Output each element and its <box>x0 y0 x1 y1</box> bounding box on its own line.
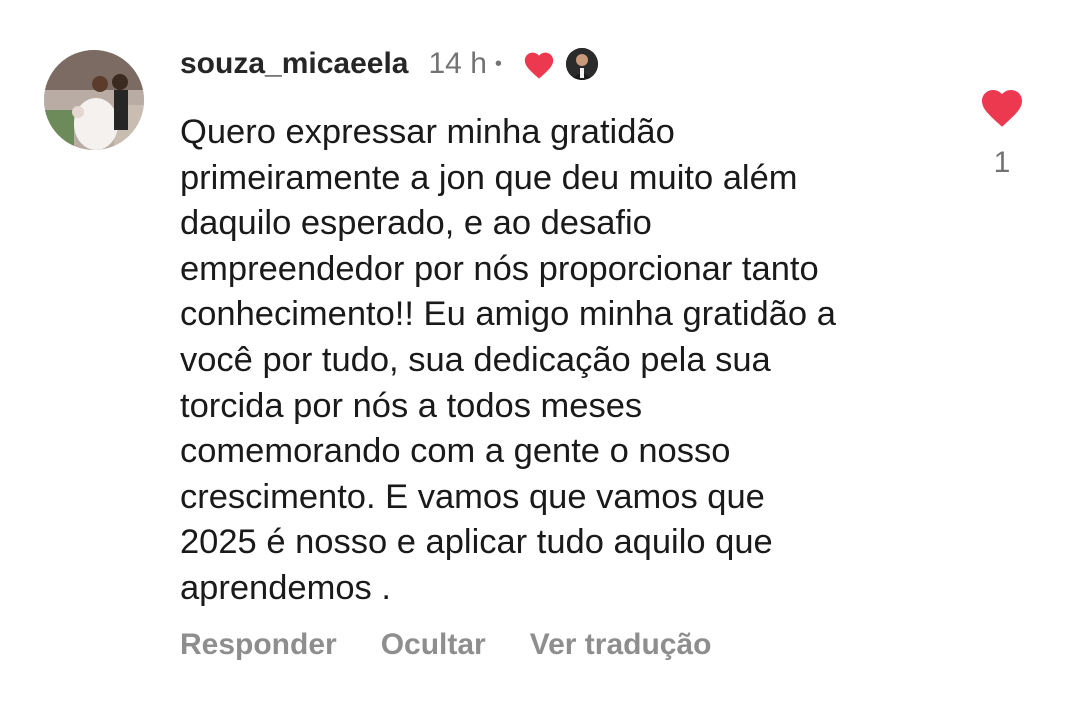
hide-button[interactable]: Ocultar <box>381 628 486 662</box>
comment-text: Quero expressar minha gratidão primeiram… <box>180 113 836 607</box>
comment-header: souza_micaeela 14 h • <box>180 40 598 88</box>
separator-dot: • <box>494 52 502 75</box>
avatar-photo <box>44 50 144 150</box>
comment-actions: Responder Ocultar Ver tradução <box>180 628 711 662</box>
reply-button[interactable]: Responder <box>180 628 337 662</box>
translate-button[interactable]: Ver tradução <box>530 628 712 662</box>
comment-item: souza_micaeela 14 h • Quero expressar mi… <box>0 0 1080 715</box>
heart-icon[interactable] <box>978 84 1026 128</box>
creator-heart-icon <box>522 48 556 80</box>
comment-time: 14 h <box>428 47 487 80</box>
like-button[interactable]: 1 <box>976 84 1028 180</box>
username[interactable]: souza_micaeela <box>180 47 408 81</box>
creator-avatar <box>565 48 598 80</box>
like-count: 1 <box>993 146 1011 179</box>
avatar[interactable] <box>44 50 144 150</box>
